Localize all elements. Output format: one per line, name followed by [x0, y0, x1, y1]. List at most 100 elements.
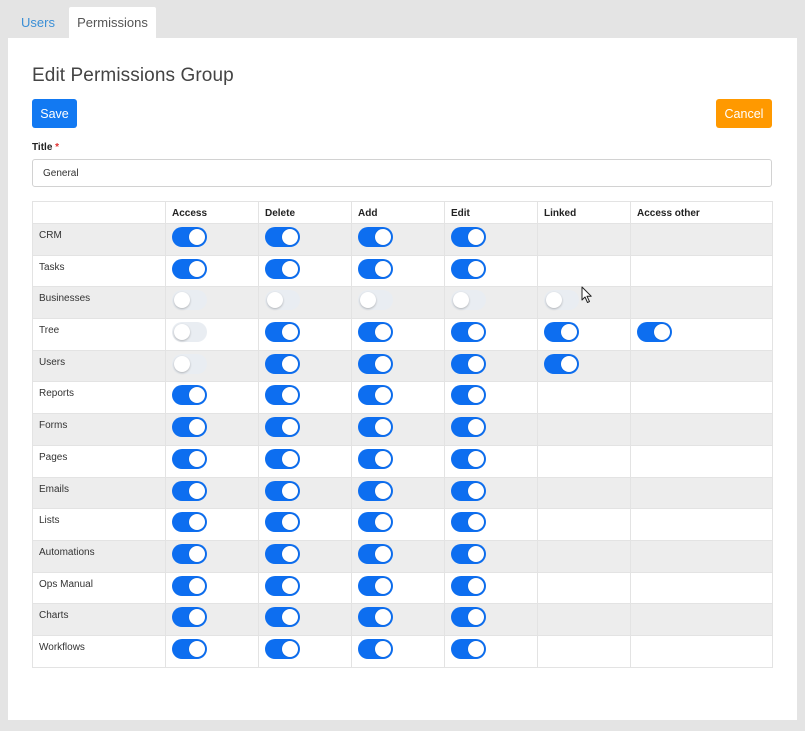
permission-toggle[interactable] — [451, 385, 486, 406]
cancel-button[interactable]: Cancel — [716, 99, 772, 128]
permission-toggle[interactable] — [358, 353, 393, 374]
tab-permissions[interactable]: Permissions — [68, 7, 156, 38]
table-row: Lists — [32, 508, 773, 541]
permission-toggle[interactable] — [451, 448, 486, 469]
permission-toggle[interactable] — [451, 417, 486, 438]
toggle-knob — [468, 419, 484, 436]
permission-toggle[interactable] — [172, 512, 207, 533]
permission-toggle[interactable] — [358, 227, 393, 247]
permission-toggle[interactable] — [265, 417, 300, 438]
permission-toggle[interactable] — [265, 512, 300, 533]
permission-toggle[interactable] — [172, 480, 207, 501]
permission-toggle[interactable] — [265, 638, 300, 659]
permission-toggle[interactable] — [172, 417, 207, 438]
permission-toggle[interactable] — [358, 448, 393, 469]
permission-toggle[interactable] — [451, 543, 486, 564]
column-header-access-other: Access other — [630, 201, 773, 224]
permission-cell — [444, 286, 538, 320]
toggle-knob — [375, 577, 391, 594]
save-button[interactable]: Save — [32, 99, 77, 128]
toggle-knob — [561, 324, 577, 341]
permission-toggle[interactable] — [451, 575, 486, 596]
permission-toggle[interactable] — [358, 575, 393, 596]
permission-toggle[interactable] — [265, 543, 300, 564]
permission-toggle[interactable] — [358, 480, 393, 501]
title-input[interactable] — [32, 159, 772, 187]
toggle-knob — [360, 292, 376, 309]
permission-toggle[interactable] — [451, 322, 486, 343]
toggle-knob — [282, 355, 298, 372]
permission-cell — [351, 603, 445, 636]
toggle-knob — [174, 355, 190, 372]
permission-toggle[interactable] — [451, 353, 486, 374]
permission-toggle[interactable] — [265, 290, 300, 311]
permission-cell — [444, 223, 538, 256]
table-row: Forms — [32, 413, 773, 446]
permission-toggle[interactable] — [265, 353, 300, 374]
permission-toggle[interactable] — [172, 638, 207, 659]
permission-toggle[interactable] — [358, 322, 393, 343]
toggle-knob — [174, 292, 190, 309]
permission-toggle[interactable] — [172, 290, 207, 311]
permission-toggle[interactable] — [265, 480, 300, 501]
permission-cell — [351, 381, 445, 415]
permission-cell — [258, 286, 352, 320]
permission-cell — [537, 318, 631, 351]
toggle-knob — [282, 577, 298, 594]
permission-toggle[interactable] — [172, 575, 207, 596]
permission-toggle[interactable] — [451, 607, 486, 628]
permission-cell — [630, 286, 773, 320]
permission-toggle[interactable] — [451, 638, 486, 659]
permission-toggle[interactable] — [451, 480, 486, 501]
toggle-knob — [468, 609, 484, 626]
permission-toggle[interactable] — [172, 448, 207, 469]
tab-bar: Users Permissions — [8, 7, 156, 38]
permission-toggle[interactable] — [172, 322, 207, 343]
permission-toggle[interactable] — [451, 512, 486, 533]
permission-toggle[interactable] — [265, 227, 300, 247]
permission-toggle[interactable] — [358, 638, 393, 659]
permission-toggle[interactable] — [265, 607, 300, 628]
permission-cell — [537, 254, 631, 288]
permission-toggle[interactable] — [451, 258, 486, 279]
row-label: Businesses — [32, 286, 166, 320]
permission-toggle[interactable] — [172, 385, 207, 406]
permission-toggle[interactable] — [358, 512, 393, 533]
permission-toggle[interactable] — [265, 258, 300, 279]
toggle-knob — [468, 640, 484, 657]
permission-toggle[interactable] — [544, 353, 579, 374]
permission-toggle[interactable] — [358, 607, 393, 628]
permission-cell — [165, 286, 259, 320]
permission-toggle[interactable] — [265, 575, 300, 596]
permission-cell — [165, 476, 259, 510]
permission-toggle[interactable] — [265, 448, 300, 469]
permission-toggle[interactable] — [358, 417, 393, 438]
tab-users[interactable]: Users — [8, 7, 68, 38]
permission-toggle[interactable] — [172, 353, 207, 374]
permission-toggle[interactable] — [358, 385, 393, 406]
permission-cell — [351, 634, 445, 668]
permission-toggle[interactable] — [172, 258, 207, 279]
permission-toggle[interactable] — [451, 290, 486, 311]
permission-toggle[interactable] — [544, 290, 579, 311]
table-row: Tree — [32, 318, 773, 351]
permission-toggle[interactable] — [172, 227, 207, 247]
toggle-knob — [189, 577, 205, 594]
table-row: Charts — [32, 603, 773, 636]
permission-toggle[interactable] — [451, 227, 486, 247]
permission-toggle[interactable] — [265, 322, 300, 343]
permission-toggle[interactable] — [172, 607, 207, 628]
permission-toggle[interactable] — [358, 290, 393, 311]
permission-toggle[interactable] — [544, 322, 579, 343]
row-label: Forms — [32, 413, 166, 446]
permission-toggle[interactable] — [358, 258, 393, 279]
permission-cell — [537, 539, 631, 573]
permission-toggle[interactable] — [637, 322, 672, 343]
table-row: Users — [32, 349, 773, 383]
table-row: Emails — [32, 476, 773, 510]
permission-cell — [258, 539, 352, 573]
permission-toggle[interactable] — [265, 385, 300, 406]
permission-toggle[interactable] — [172, 543, 207, 564]
permission-toggle[interactable] — [358, 543, 393, 564]
column-header-add: Add — [351, 201, 445, 224]
